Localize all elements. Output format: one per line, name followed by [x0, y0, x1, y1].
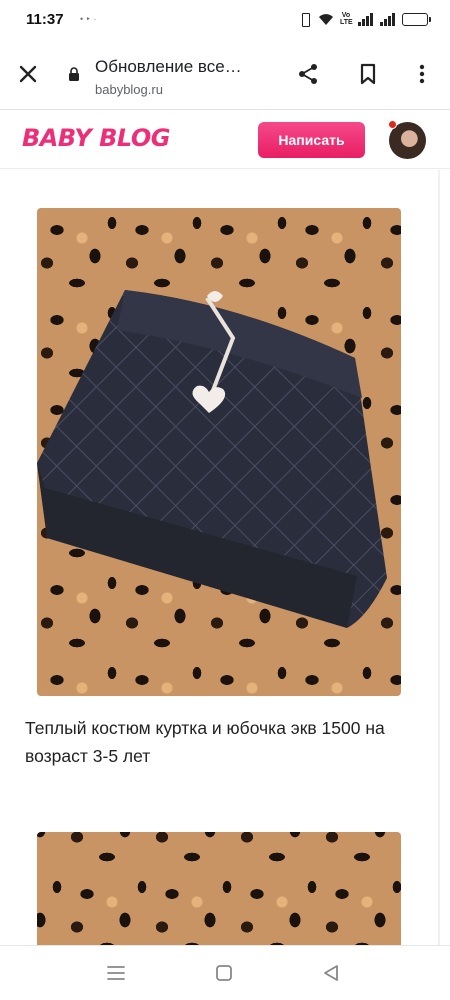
status-time: 11:37 [26, 11, 64, 28]
write-post-button[interactable]: Написать [258, 122, 365, 158]
post-photo[interactable] [37, 208, 401, 696]
notification-dots: • ‣ · [80, 14, 97, 24]
post-caption: Теплый костюм куртка и юбочка экв 1500 н… [25, 718, 385, 766]
scrollbar[interactable] [438, 170, 440, 945]
wifi-icon [319, 14, 333, 25]
vibrate-icon [298, 12, 312, 27]
close-icon[interactable] [16, 62, 40, 86]
status-icons: Vo LTE [298, 10, 431, 28]
system-nav-bar [0, 945, 450, 1000]
signal-icon-2 [380, 12, 396, 26]
lock-icon[interactable] [68, 67, 80, 81]
notification-dot [388, 120, 397, 129]
recent-apps-icon[interactable] [106, 964, 126, 982]
share-icon[interactable] [296, 62, 320, 86]
volte-icon: Vo LTE [340, 12, 353, 26]
leopard-background-2 [37, 832, 401, 945]
site-header: BABY BLOG Написать [0, 111, 450, 169]
page-url[interactable]: babyblog.ru [95, 82, 163, 97]
home-icon[interactable] [215, 964, 233, 982]
post-content: Теплый костюм куртка и юбочка экв 1500 н… [0, 170, 450, 945]
page-title[interactable]: Обновление все… [95, 57, 242, 77]
battery-icon [402, 12, 431, 26]
babyblog-logo[interactable]: BABY BLOG [22, 123, 170, 153]
status-bar: 11:37 • ‣ · Vo LTE [0, 0, 450, 38]
more-vert-icon[interactable] [410, 62, 434, 86]
bookmark-icon[interactable] [356, 62, 380, 86]
signal-icon-1 [358, 12, 374, 26]
skirt-image [37, 290, 387, 628]
back-icon[interactable] [322, 964, 340, 982]
browser-toolbar: Обновление все… babyblog.ru [0, 38, 450, 110]
post-photo-2[interactable] [37, 832, 401, 945]
